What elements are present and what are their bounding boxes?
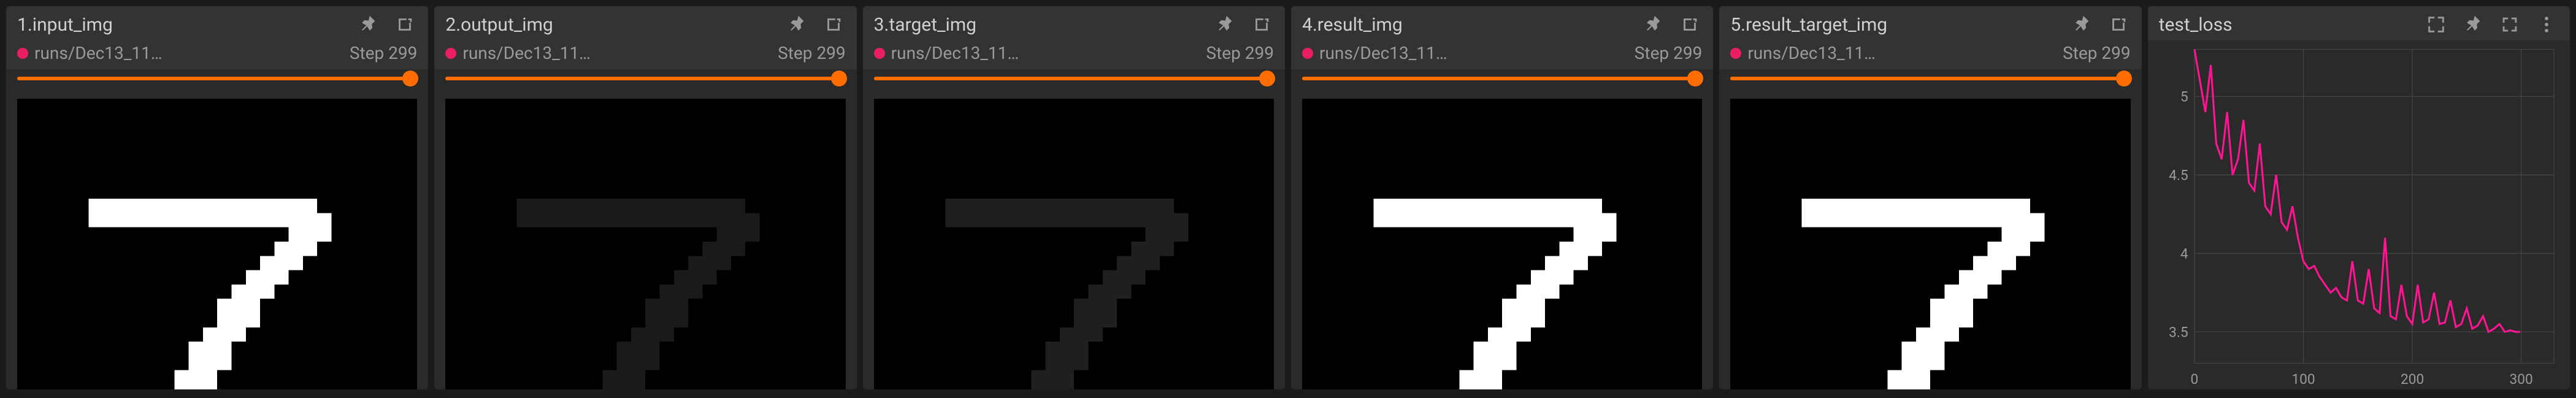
pin-icon[interactable] [1213, 12, 1237, 37]
fullscreen-icon[interactable] [2497, 12, 2522, 37]
image-card-header: 3.target_img [863, 6, 1285, 40]
image-area[interactable] [6, 96, 428, 389]
image-card-header: 1.input_img [6, 6, 428, 40]
image-canvas [445, 99, 845, 389]
image-canvas [874, 99, 1274, 389]
run-line: runs/Dec13_11… Step 299 [1719, 40, 2141, 69]
image-canvas [1302, 99, 1702, 389]
run-name[interactable]: runs/Dec13_11… [891, 43, 1019, 63]
run-color-dot [17, 48, 28, 59]
slider-thumb[interactable] [1259, 71, 1275, 86]
more-icon[interactable] [2534, 12, 2559, 37]
chart-body[interactable]: 0 100 200 300 3.5 4 4.5 5 [2148, 40, 2570, 389]
run-color-dot [1302, 48, 1313, 59]
dashboard-row: 1.input_img runs/Dec13_11… Step 299 2.ou… [6, 6, 2570, 389]
image-card-input_img: 1.input_img runs/Dec13_11… Step 299 [6, 6, 428, 389]
image-card-output_img: 2.output_img runs/Dec13_11… Step 299 [434, 6, 856, 389]
slider-track [1302, 77, 1702, 80]
image-area[interactable] [1719, 96, 2141, 389]
slider-track [445, 77, 845, 80]
image-area[interactable] [863, 96, 1285, 389]
popout-icon[interactable] [821, 12, 846, 37]
y-tick-label: 5 [2180, 88, 2188, 105]
y-tick-label: 3.5 [2169, 324, 2188, 340]
run-name[interactable]: runs/Dec13_11… [34, 43, 163, 63]
run-line: runs/Dec13_11… Step 299 [6, 40, 428, 69]
image-card-header: 5.result_target_img [1719, 6, 2141, 40]
step-label: Step 299 [2063, 43, 2131, 63]
image-card-target_img: 3.target_img runs/Dec13_11… Step 299 [863, 6, 1285, 389]
image-area[interactable] [1291, 96, 1713, 389]
pin-icon[interactable] [784, 12, 809, 37]
pin-icon[interactable] [2069, 12, 2094, 37]
image-card-header: 4.result_img [1291, 6, 1713, 40]
run-line: runs/Dec13_11… Step 299 [434, 40, 856, 69]
popout-icon[interactable] [1249, 12, 1274, 37]
slider-track [17, 77, 417, 80]
slider-thumb[interactable] [1687, 71, 1703, 86]
step-slider[interactable] [863, 69, 1285, 96]
popout-icon[interactable] [2106, 12, 2131, 37]
image-card-result_img: 4.result_img runs/Dec13_11… Step 299 [1291, 6, 1713, 389]
chart-card-header: test_loss [2148, 6, 2570, 40]
run-name[interactable]: runs/Dec13_11… [1319, 43, 1447, 63]
slider-track [874, 77, 1274, 80]
step-slider[interactable] [6, 69, 428, 96]
run-line: runs/Dec13_11… Step 299 [863, 40, 1285, 69]
pin-icon[interactable] [356, 12, 380, 37]
run-line: runs/Dec13_11… Step 299 [1291, 40, 1713, 69]
chart-card-test-loss: test_loss 0 100 200 300 3.5 4 4.5 5 [2148, 6, 2570, 389]
image-card-title: 5.result_target_img [1730, 14, 2057, 36]
image-card-header: 2.output_img [434, 6, 856, 40]
step-label: Step 299 [1206, 43, 1274, 63]
slider-thumb[interactable] [402, 71, 418, 86]
popout-icon[interactable] [393, 12, 417, 37]
image-card-title: 3.target_img [874, 14, 1200, 36]
slider-thumb[interactable] [2116, 71, 2132, 86]
step-label: Step 299 [1635, 43, 1703, 63]
image-area[interactable] [434, 96, 856, 389]
x-tick-label: 300 [2509, 371, 2532, 388]
step-slider[interactable] [434, 69, 856, 96]
image-canvas [1730, 99, 2130, 389]
chart-series-line [2195, 49, 2520, 332]
image-canvas [17, 99, 417, 389]
toggle-axes-icon[interactable] [2424, 12, 2448, 37]
image-card-title: 1.input_img [17, 14, 343, 36]
step-slider[interactable] [1291, 69, 1713, 96]
step-label: Step 299 [778, 43, 846, 63]
run-color-dot [874, 48, 885, 59]
image-card-result_target_img: 5.result_target_img runs/Dec13_11… Step … [1719, 6, 2141, 389]
run-color-dot [445, 48, 456, 59]
pin-icon[interactable] [1641, 12, 1665, 37]
step-label: Step 299 [350, 43, 418, 63]
y-tick-label: 4.5 [2169, 167, 2188, 183]
step-slider[interactable] [1719, 69, 2141, 96]
popout-icon[interactable] [1677, 12, 1702, 37]
y-tick-label: 4 [2180, 245, 2188, 262]
x-tick-label: 200 [2401, 371, 2424, 388]
image-card-title: 4.result_img [1302, 14, 1628, 36]
run-name[interactable]: runs/Dec13_11… [462, 43, 591, 63]
run-color-dot [1730, 48, 1741, 59]
pin-icon[interactable] [2461, 12, 2485, 37]
run-name[interactable]: runs/Dec13_11… [1747, 43, 1876, 63]
chart-title: test_loss [2159, 14, 2412, 36]
slider-thumb[interactable] [831, 71, 847, 86]
x-tick-label: 100 [2291, 371, 2315, 388]
x-tick-label: 0 [2190, 371, 2198, 388]
slider-track [1730, 77, 2130, 80]
image-card-title: 2.output_img [445, 14, 772, 36]
